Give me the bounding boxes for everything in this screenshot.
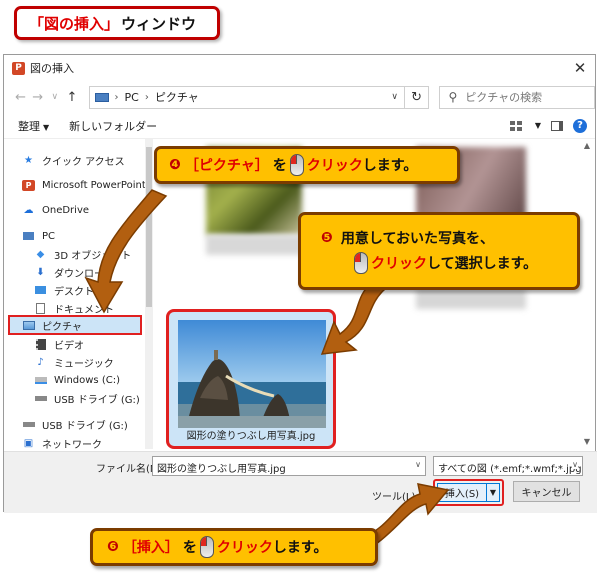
sidebar-item-music[interactable]: ♪ ミュージック	[34, 353, 114, 371]
usb-icon	[22, 419, 35, 430]
document-icon	[34, 302, 47, 314]
sidebar-item-downloads[interactable]: ⬇ ダウンロード	[34, 263, 114, 281]
back-arrow-icon[interactable]: ←	[12, 90, 29, 105]
mouse-left-click-icon	[354, 252, 368, 274]
view-options-icon[interactable]	[509, 120, 522, 131]
drive-icon	[34, 375, 47, 386]
chevron-down-icon[interactable]: ∨	[572, 460, 578, 469]
up-arrow-icon[interactable]: ↑	[63, 90, 80, 105]
music-icon: ♪	[37, 356, 44, 368]
sidebar-item-desktop[interactable]: デスクトップ	[34, 281, 114, 299]
file-list-scrollbar[interactable]: ▲ ▼	[581, 139, 593, 449]
search-placeholder: ピクチャの検索	[465, 91, 543, 104]
close-icon[interactable]: ✕	[565, 59, 595, 77]
sidebar-item-pictures[interactable]: ピクチャ	[8, 315, 142, 335]
new-folder-button[interactable]: 新しいフォルダー	[69, 118, 157, 134]
breadcrumb-separator-icon: ›	[114, 91, 119, 103]
address-bar[interactable]: › PC › ピクチャ ∨	[88, 85, 405, 109]
callout-step-5: ❺ 用意しておいた写真を、 クリック して選択します。	[298, 212, 580, 290]
star-icon: ★	[24, 154, 33, 166]
dialog-titlebar: P 図の挿入 ✕	[4, 55, 595, 81]
sidebar-item-onedrive[interactable]: ☁ OneDrive	[22, 201, 90, 219]
help-icon[interactable]: ?	[573, 118, 587, 133]
pc-icon	[94, 92, 109, 102]
sidebar-scroll-thumb[interactable]	[146, 147, 152, 307]
video-icon	[34, 338, 47, 350]
callout-4-target: ［ピクチャ］	[184, 158, 269, 174]
forward-arrow-icon[interactable]: →	[29, 90, 46, 105]
sidebar-item-network[interactable]: ▣ ネットワーク	[22, 437, 102, 450]
network-icon: ▣	[23, 437, 34, 449]
download-icon: ⬇	[36, 266, 45, 278]
sidebar-item-pc[interactable]: PC	[22, 227, 55, 245]
breadcrumb-pictures[interactable]: ピクチャ	[155, 89, 199, 105]
selected-photo-thumbnail	[178, 320, 326, 428]
page-title-tag: 「図の挿入」 ウィンドウ	[14, 6, 220, 40]
view-dropdown-icon[interactable]: ▼	[535, 121, 541, 130]
navigation-bar: ← → ∨ ↑ › PC › ピクチャ ∨ ↻ ⚲ ピクチャの検索	[4, 81, 595, 113]
dialog-title: 図の挿入	[30, 62, 74, 75]
chevron-down-icon[interactable]: ∨	[415, 460, 421, 469]
dialog-footer: ファイル名(N): 図形の塗りつぶし用写真.jpg ∨ すべての図 (*.emf…	[4, 451, 597, 513]
cube-icon: ◆	[36, 248, 45, 260]
chevron-down-icon[interactable]: ∨	[386, 92, 404, 102]
sidebar-item-quick-access[interactable]: ★ クイック アクセス	[22, 151, 125, 169]
organize-button[interactable]: 整理 ▼	[18, 118, 49, 134]
insert-button-group: 挿入(S) ▼	[433, 479, 504, 506]
pc-icon	[22, 231, 35, 242]
title-red-text: 「図の挿入」	[29, 14, 120, 33]
sidebar-item-powerpoint[interactable]: P Microsoft PowerPoint	[22, 176, 146, 194]
desktop-icon	[34, 285, 47, 296]
breadcrumb-separator-icon: ›	[144, 91, 149, 103]
sidebar-item-usb-g-root[interactable]: USB ドライブ (G:)	[22, 415, 128, 433]
sidebar-item-windows-c[interactable]: Windows (C:)	[34, 371, 120, 389]
callout-6-target: ［挿入］	[122, 540, 179, 556]
title-black-text: ウィンドウ	[121, 14, 197, 33]
recent-locations-icon[interactable]: ∨	[46, 92, 63, 102]
powerpoint-app-icon: P	[12, 61, 25, 75]
mouse-left-click-icon	[199, 536, 214, 558]
insert-button[interactable]: 挿入(S)	[437, 483, 487, 502]
callout-step-4: ❹ ［ピクチャ］ を クリック します。	[154, 146, 460, 184]
sidebar-item-3d-objects[interactable]: ◆ 3D オブジェクト	[34, 245, 132, 263]
insert-dropdown-icon[interactable]: ▼	[487, 483, 500, 502]
filename-field[interactable]: 図形の塗りつぶし用写真.jpg ∨	[152, 456, 426, 476]
usb-icon	[34, 393, 47, 404]
sidebar-scrollbar[interactable]	[145, 139, 153, 449]
powerpoint-icon: P	[22, 179, 35, 191]
callout-step-6: ❻ ［挿入］ を クリック します。	[90, 528, 378, 566]
navigation-pane: ★ クイック アクセス P Microsoft PowerPoint ☁ OneDri…	[4, 139, 146, 450]
search-input[interactable]: ⚲ ピクチャの検索	[439, 85, 595, 109]
search-icon: ⚲	[448, 90, 458, 104]
sidebar-item-usb-g[interactable]: USB ドライブ (G:)	[34, 389, 140, 407]
file-type-select[interactable]: すべての図 (*.emf;*.wmf;*.jpg;*.jp ∨	[433, 456, 583, 476]
cancel-button[interactable]: キャンセル	[513, 481, 580, 502]
sidebar-item-videos[interactable]: ビデオ	[34, 335, 84, 353]
selected-file-item[interactable]: 図形の塗りつぶし用写真.jpg	[166, 309, 336, 449]
cloud-icon: ☁	[23, 204, 34, 216]
mouse-left-click-icon	[289, 154, 304, 176]
refresh-icon[interactable]: ↻	[404, 85, 430, 109]
pictures-icon	[22, 320, 35, 331]
thumbnail-label	[416, 289, 526, 309]
selected-file-caption: 図形の塗りつぶし用写真.jpg	[186, 431, 316, 442]
preview-pane-icon[interactable]	[551, 120, 563, 131]
command-toolbar: 整理 ▼ 新しいフォルダー ▼ ?	[4, 113, 595, 139]
breadcrumb-pc[interactable]: PC	[125, 91, 139, 104]
scroll-down-icon[interactable]: ▼	[581, 437, 593, 446]
thumbnail-label	[206, 235, 302, 255]
scroll-up-icon[interactable]: ▲	[581, 141, 593, 150]
tools-menu[interactable]: ツール(L)	[372, 488, 415, 503]
